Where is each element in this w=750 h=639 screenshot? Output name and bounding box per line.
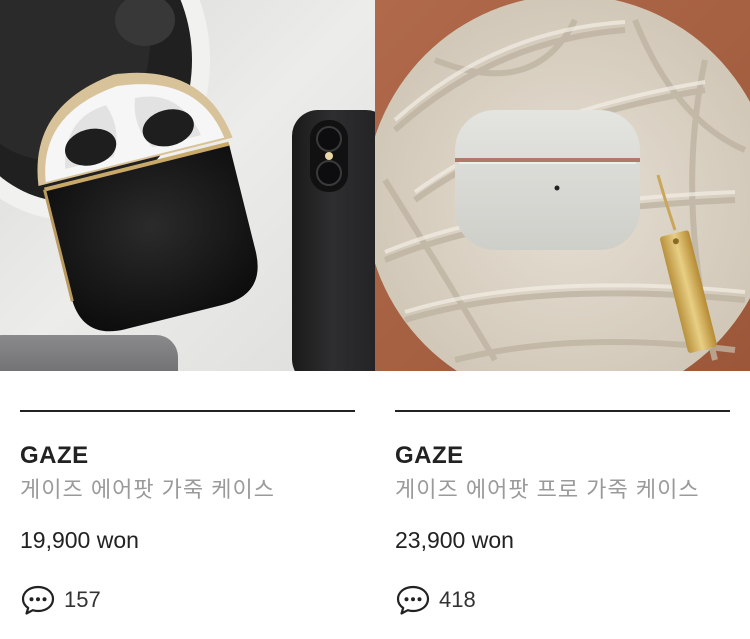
review-summary[interactable]: 157 xyxy=(20,582,101,618)
product-price: 19,900 won xyxy=(20,527,139,553)
speech-bubble-icon xyxy=(21,585,55,615)
product-brand: GAZE xyxy=(20,442,89,469)
product-image[interactable] xyxy=(375,0,750,371)
review-count: 418 xyxy=(439,587,476,612)
product-image[interactable] xyxy=(0,0,375,371)
product-card[interactable]: GAZE 게이즈 에어팟 프로 가죽 케이스 23,900 won 418 xyxy=(375,0,750,639)
divider-line xyxy=(20,410,355,412)
product-grid: GAZE 게이즈 에어팟 가죽 케이스 19,900 won 157 GAZE … xyxy=(0,0,750,639)
product-name[interactable]: 게이즈 에어팟 프로 가죽 케이스 xyxy=(395,472,700,504)
product-card[interactable]: GAZE 게이즈 에어팟 가죽 케이스 19,900 won 157 xyxy=(0,0,375,639)
review-summary[interactable]: 418 xyxy=(395,582,476,618)
product-price: 23,900 won xyxy=(395,527,514,553)
product-brand: GAZE xyxy=(395,442,464,469)
divider-line xyxy=(395,410,730,412)
review-count: 157 xyxy=(64,587,101,612)
speech-bubble-icon xyxy=(396,585,430,615)
product-name[interactable]: 게이즈 에어팟 가죽 케이스 xyxy=(20,472,275,504)
